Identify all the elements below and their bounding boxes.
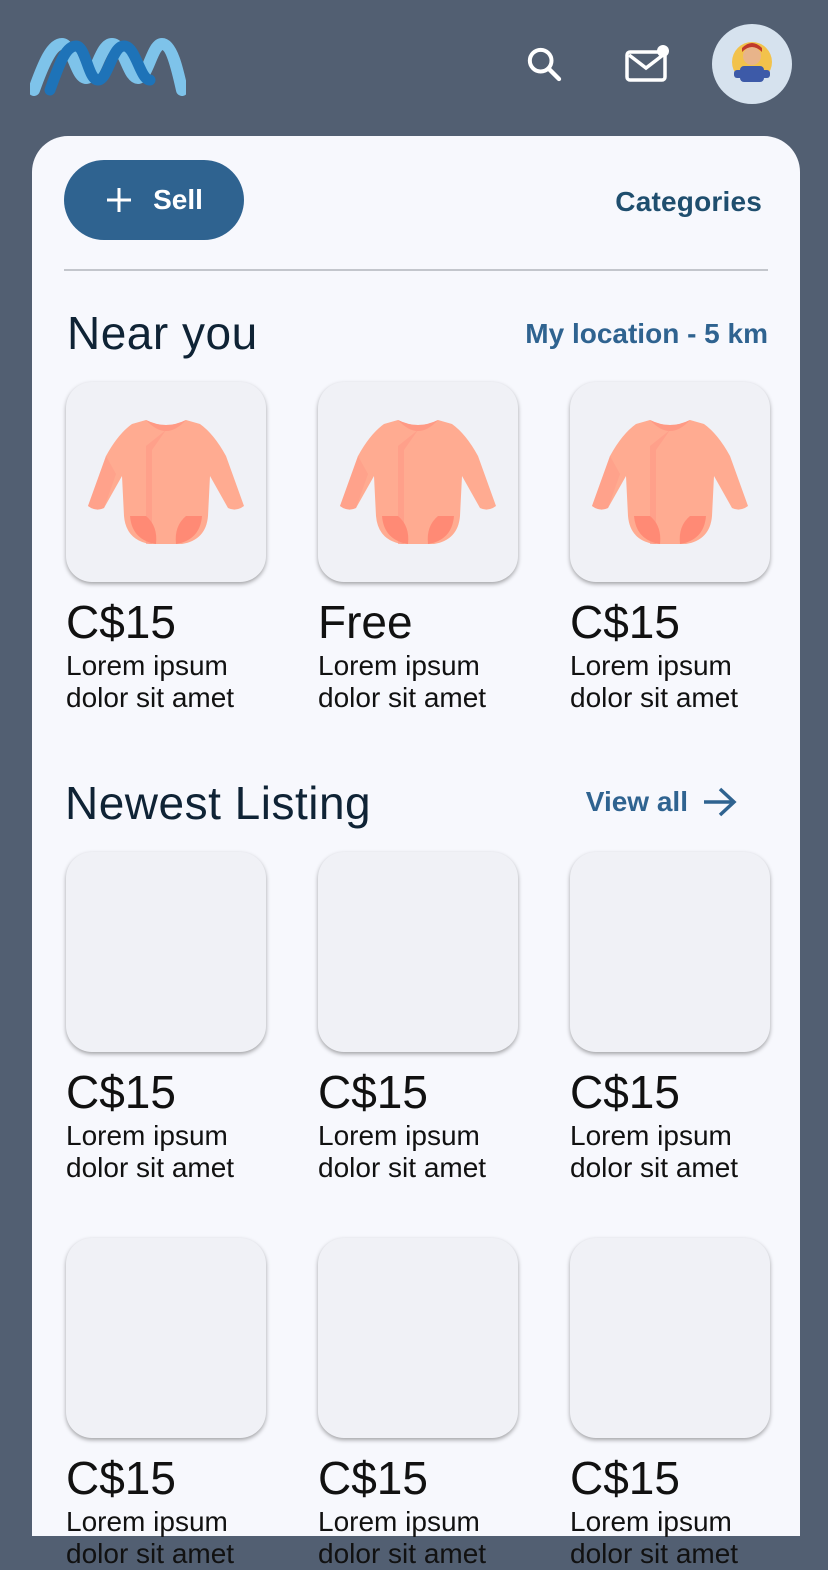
product-image-placeholder[interactable] [66, 852, 266, 1052]
item-price: C$15 [66, 596, 176, 648]
top-bar [0, 0, 828, 136]
item-price: C$15 [570, 596, 680, 648]
item-price: C$15 [570, 1066, 680, 1118]
item-description: Lorem ipsum dolor sit amet [570, 1120, 739, 1183]
listing-card[interactable]: C$15 Lorem ipsum dolor sit amet [66, 1238, 268, 1570]
sell-label: Sell [153, 184, 203, 215]
avatar[interactable] [712, 24, 792, 104]
product-image-placeholder[interactable] [66, 1238, 266, 1438]
divider [64, 269, 768, 271]
sell-button[interactable]: Sell [64, 160, 244, 240]
listing-card[interactable]: C$15 Lorem ipsum dolor sit amet [318, 1238, 520, 1570]
product-image-placeholder[interactable] [318, 852, 518, 1052]
mail-icon[interactable] [620, 38, 676, 90]
location-link[interactable]: My location - 5 km [525, 318, 768, 350]
product-image[interactable] [570, 382, 770, 582]
item-price: Free [318, 596, 413, 648]
baby-onesie-icon [88, 420, 244, 544]
item-description: Lorem ipsum dolor sit amet [318, 650, 487, 713]
listing-card[interactable]: C$15 Lorem ipsum dolor sit amet [66, 382, 268, 714]
listing-card[interactable]: C$15 Lorem ipsum dolor sit amet [66, 852, 268, 1184]
view-all-link[interactable]: View all [586, 786, 738, 818]
item-price: C$15 [318, 1066, 428, 1118]
item-price: C$15 [570, 1452, 680, 1504]
listing-card[interactable]: C$15 Lorem ipsum dolor sit amet [570, 382, 772, 714]
product-image[interactable] [66, 382, 266, 582]
listing-card[interactable]: C$15 Lorem ipsum dolor sit amet [570, 852, 772, 1184]
item-price: C$15 [318, 1452, 428, 1504]
product-image-placeholder[interactable] [570, 852, 770, 1052]
arrow-right-icon [704, 787, 737, 817]
item-description: Lorem ipsum dolor sit amet [318, 1506, 487, 1569]
item-price: C$15 [66, 1066, 176, 1118]
plus-icon [107, 188, 132, 212]
item-description: Lorem ipsum dolor sit amet [66, 1506, 235, 1569]
view-all-label: View all [585, 786, 688, 817]
search-icon[interactable] [518, 38, 570, 90]
item-description: Lorem ipsum dolor sit amet [318, 1120, 487, 1183]
product-image[interactable] [318, 382, 518, 582]
baby-onesie-icon [592, 420, 748, 544]
product-image-placeholder[interactable] [570, 1238, 770, 1438]
item-description: Lorem ipsum dolor sit amet [66, 1120, 235, 1183]
baby-onesie-icon [340, 420, 496, 544]
main-panel: Sell Categories Near you My location - 5… [32, 136, 800, 1569]
listing-card[interactable]: C$15 Lorem ipsum dolor sit amet [318, 852, 520, 1184]
categories-link[interactable]: Categories [615, 186, 762, 218]
item-description: Lorem ipsum dolor sit amet [570, 650, 739, 713]
item-price: C$15 [66, 1452, 176, 1504]
listing-card[interactable]: C$15 Lorem ipsum dolor sit amet [570, 1238, 772, 1570]
near-you-title: Near you [67, 307, 258, 359]
item-description: Lorem ipsum dolor sit amet [570, 1506, 739, 1569]
listing-card[interactable]: Free Lorem ipsum dolor sit amet [318, 382, 520, 714]
logo-icon[interactable] [28, 32, 188, 96]
item-description: Lorem ipsum dolor sit amet [66, 650, 235, 713]
product-image-placeholder[interactable] [318, 1238, 518, 1438]
notification-dot [657, 45, 669, 57]
newest-listing-title: Newest Listing [65, 777, 372, 829]
